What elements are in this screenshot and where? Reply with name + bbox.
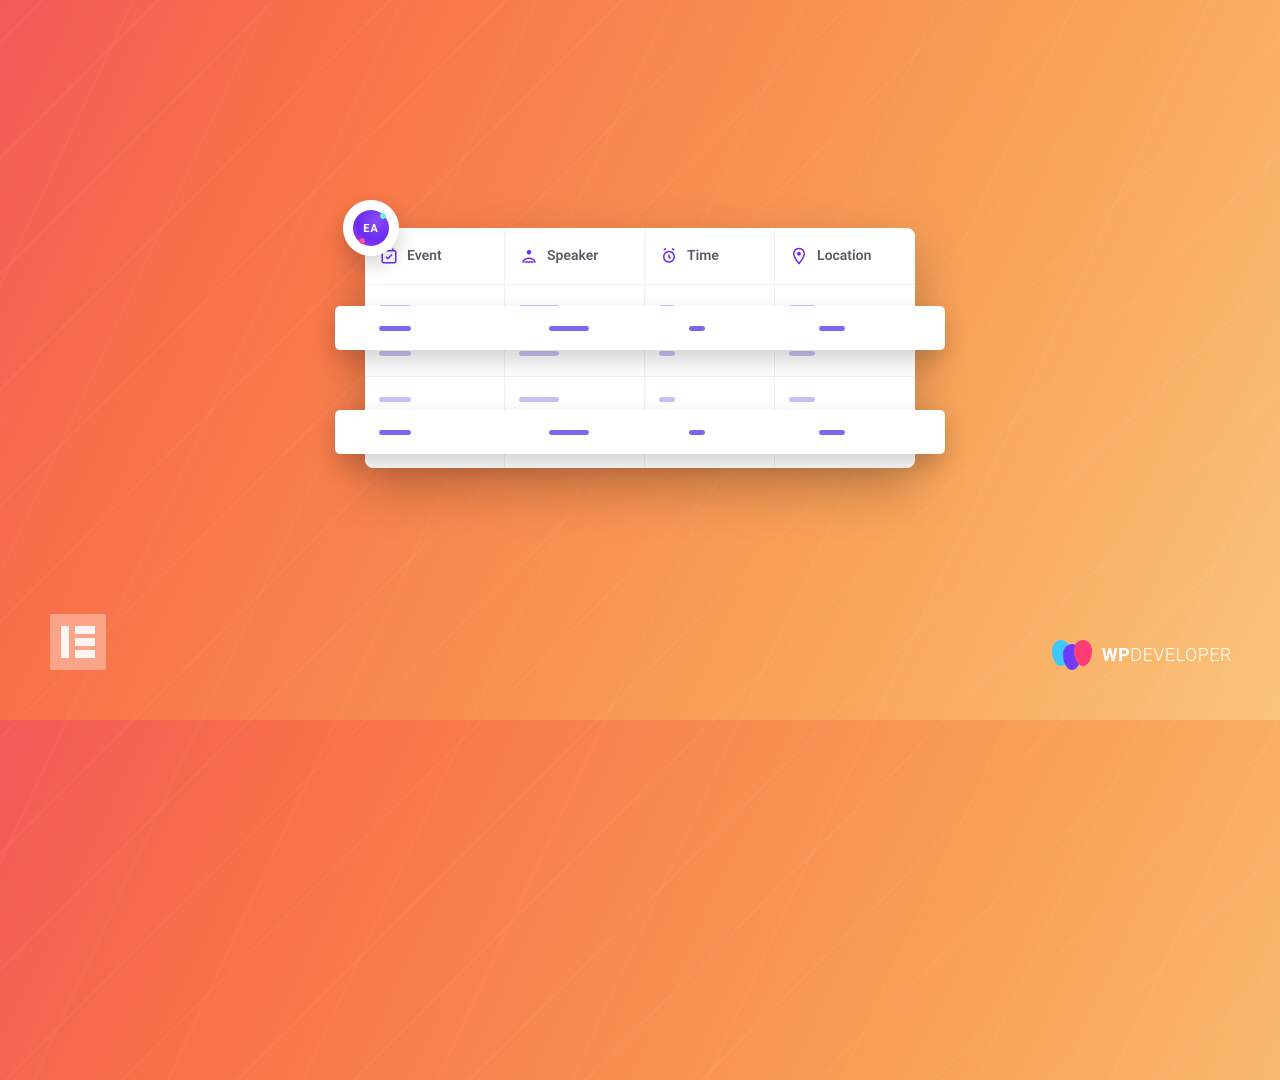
data-table-card: Event Speaker Time Location <box>365 228 915 468</box>
placeholder-bar <box>659 397 675 402</box>
table-card-wrap: EA Event Speaker Time <box>365 228 915 468</box>
ea-badge: EA <box>343 200 399 256</box>
cell-placeholder <box>335 430 505 435</box>
ea-badge-text: EA <box>363 222 379 235</box>
wp-prefix: WP <box>1102 645 1130 666</box>
wpdeveloper-text: WPDEVELOPER <box>1102 645 1232 666</box>
placeholder-bar <box>379 326 411 331</box>
cell-placeholder <box>775 430 945 435</box>
placeholder-bar <box>819 430 845 435</box>
table-header-row: Event Speaker Time Location <box>365 228 915 285</box>
placeholder-bar <box>519 351 559 356</box>
location-pin-icon <box>789 246 809 266</box>
wpdeveloper-mark-icon <box>1052 638 1092 672</box>
logo-bar <box>75 650 95 658</box>
clock-icon <box>659 246 679 266</box>
header-cell-time: Time <box>645 228 775 285</box>
placeholder-bar <box>379 430 411 435</box>
placeholder-bar <box>689 326 705 331</box>
wp-suffix: DEVELOPER <box>1130 645 1232 666</box>
placeholder-bar <box>519 397 559 402</box>
placeholder-bar <box>819 326 845 331</box>
placeholder-bar <box>549 430 589 435</box>
placeholder-bar <box>789 351 815 356</box>
header-label: Event <box>407 248 442 264</box>
placeholder-bar <box>379 397 411 402</box>
wpdeveloper-logo: WPDEVELOPER <box>1052 638 1232 672</box>
cell-placeholder <box>645 430 775 435</box>
logo-bar <box>61 626 69 658</box>
cell-placeholder <box>505 326 645 331</box>
logo-bar <box>75 638 95 646</box>
header-label: Time <box>687 248 719 264</box>
ea-badge-inner: EA <box>353 210 389 246</box>
cell-placeholder <box>645 326 775 331</box>
elementor-logo <box>50 614 106 670</box>
placeholder-bar <box>789 397 815 402</box>
placeholder-bar <box>379 351 411 356</box>
placeholder-bar <box>659 351 675 356</box>
header-label: Location <box>817 248 871 264</box>
cell-placeholder <box>775 326 945 331</box>
placeholder-bar <box>689 430 705 435</box>
user-icon <box>519 246 539 266</box>
cell-placeholder <box>335 326 505 331</box>
logo-bar <box>75 626 95 634</box>
logo-bars <box>75 626 95 658</box>
logo-drop <box>1074 640 1092 666</box>
table-row-highlight <box>335 306 945 350</box>
table-row-highlight <box>335 410 945 454</box>
placeholder-bar <box>549 326 589 331</box>
header-cell-location: Location <box>775 228 915 285</box>
header-cell-speaker: Speaker <box>505 228 645 285</box>
cell-placeholder <box>505 430 645 435</box>
header-label: Speaker <box>547 248 598 264</box>
